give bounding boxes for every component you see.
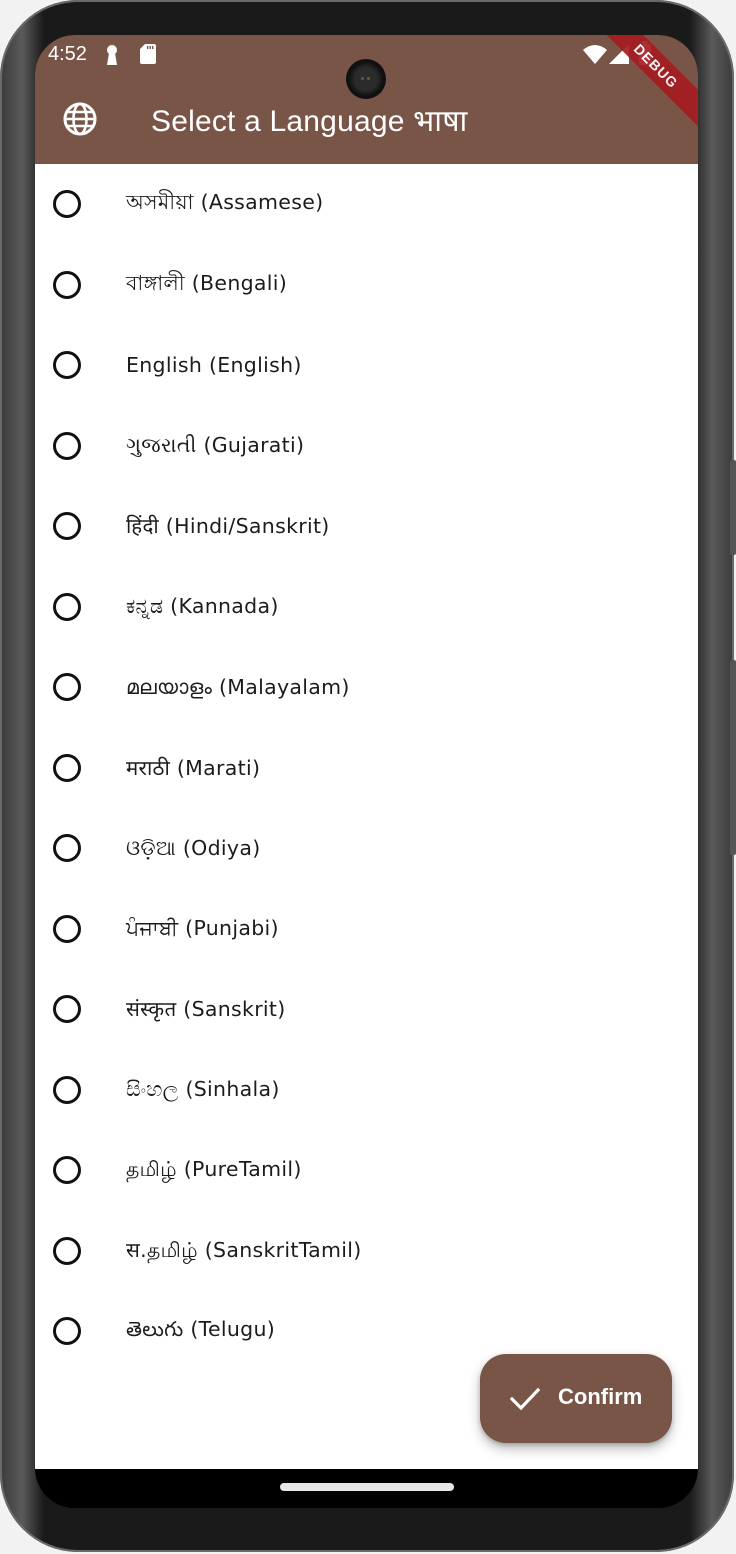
radio-button[interactable] [53,995,81,1024]
status-time: 4:52 [48,43,87,65]
keyhole-icon [107,45,117,65]
front-camera [346,59,386,99]
language-label: ಕನ್ನಡ (Kannada) [126,594,279,619]
page-title: Select a Language भाषा [151,105,468,138]
app-bar: 4:52 Select a Language भाषा DEBUG [35,35,698,164]
power-button [730,660,736,855]
language-option[interactable]: संस्कृत (Sanskrit) [35,969,698,1050]
language-option[interactable]: ਪੰਜਾਬੀ (Punjabi) [35,889,698,970]
radio-button[interactable] [53,431,81,460]
confirm-button[interactable]: Confirm [480,1354,672,1443]
language-label: ਪੰਜਾਬੀ (Punjabi) [126,916,279,941]
language-option[interactable]: தமிழ் (PureTamil) [35,1130,698,1211]
volume-button [730,460,736,555]
sd-card-icon [140,44,156,64]
radio-button[interactable] [53,512,81,541]
radio-button[interactable] [53,592,81,621]
radio-button[interactable] [53,914,81,943]
language-label: తెలుగు (Telugu) [126,1316,276,1341]
radio-button[interactable] [53,1156,81,1185]
language-option[interactable]: ગુજરાતી (Gujarati) [35,406,698,487]
screen: 4:52 Select a Language भाषा DEBUG অসমীয়… [35,35,698,1508]
language-option[interactable]: বাঙ্গালী (Bengali) [35,245,698,326]
language-label: ગુજરાતી (Gujarati) [126,433,305,458]
navigation-bar [35,1469,698,1508]
language-list-container: অসমীয়া (Assamese) বাঙ্গালী (Bengali) Engl… [35,164,698,1469]
language-option[interactable]: मराठी (Marati) [35,728,698,809]
language-label: தமிழ் (PureTamil) [126,1156,302,1181]
language-option[interactable]: हिंदी (Hindi/Sanskrit) [35,486,698,567]
language-label: සිංහල (Sinhala) [126,1077,280,1102]
language-label: বাঙ্গালী (Bengali) [126,270,288,295]
language-list: অসমীয়া (Assamese) বাঙ্গালী (Bengali) Engl… [35,164,698,1372]
phone-frame: 4:52 Select a Language भाषा DEBUG অসমীয়… [0,0,736,1552]
radio-button[interactable] [53,1317,81,1346]
language-option[interactable]: සිංහල (Sinhala) [35,1050,698,1131]
home-indicator[interactable] [280,1483,454,1491]
radio-button[interactable] [53,753,81,782]
language-label: English (English) [126,353,302,378]
globe-icon[interactable] [63,102,97,136]
language-option[interactable]: स.தமிழ் (SanskritTamil) [35,1211,698,1292]
language-label: मराठी (Marati) [126,755,261,780]
language-label: स.தமிழ் (SanskritTamil) [126,1238,362,1263]
confirm-button-label: Confirm [558,1384,643,1409]
language-option[interactable]: অসমীয়া (Assamese) [35,164,698,245]
language-label: ଓଡ଼ିଆ (Odiya) [126,835,261,860]
radio-button[interactable] [53,834,81,863]
language-option[interactable]: ଓଡ଼ିଆ (Odiya) [35,808,698,889]
radio-button[interactable] [53,1236,81,1265]
language-option[interactable]: ಕನ್ನಡ (Kannada) [35,567,698,648]
language-label: हिंदी (Hindi/Sanskrit) [126,514,330,539]
radio-button[interactable] [53,351,81,380]
radio-button[interactable] [53,190,81,219]
language-label: অসমীয়া (Assamese) [126,190,324,215]
check-icon [510,1387,540,1411]
language-label: മലയാളം (Malayalam) [126,674,350,699]
radio-button[interactable] [53,673,81,702]
language-option[interactable]: English (English) [35,325,698,406]
radio-button[interactable] [53,1075,81,1104]
radio-button[interactable] [53,270,81,299]
language-option[interactable]: മലയാളം (Malayalam) [35,647,698,728]
wifi-icon [583,45,607,64]
language-label: संस्कृत (Sanskrit) [126,997,286,1022]
